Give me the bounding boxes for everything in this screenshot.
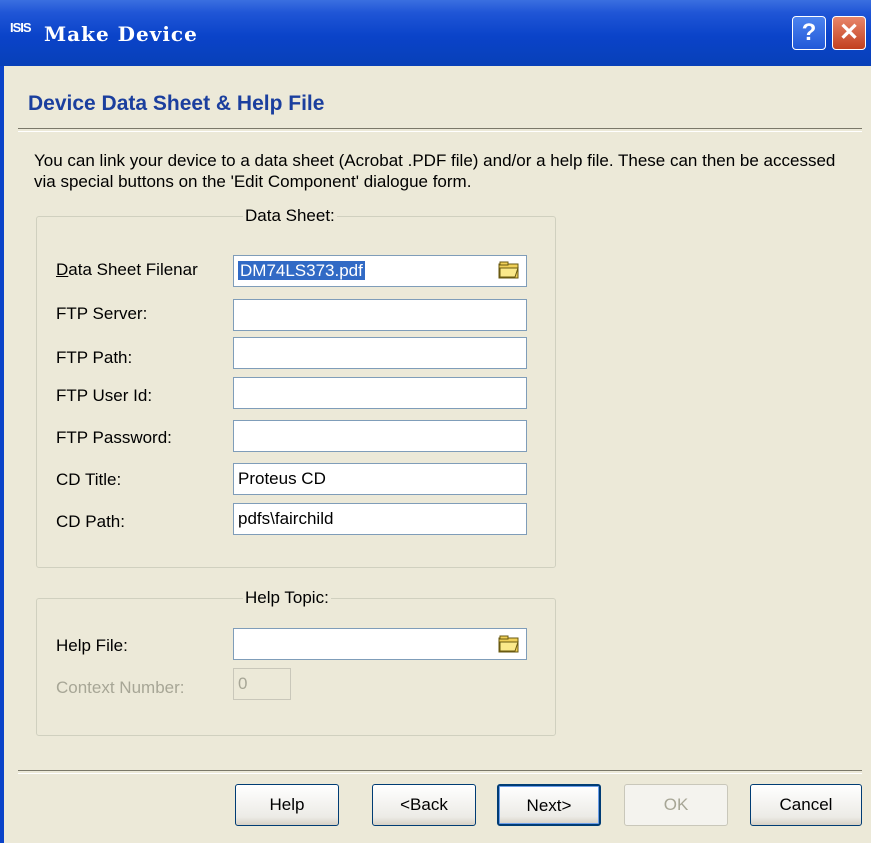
help-file-label: Help File:: [56, 636, 128, 655]
footer-divider: [18, 770, 862, 774]
cancel-button[interactable]: Cancel: [750, 784, 862, 826]
window-title: Make Device: [44, 22, 198, 46]
help-button[interactable]: Help: [235, 784, 339, 826]
data-sheet-filename-value: DM74LS373.pdf: [238, 261, 365, 280]
data-sheet-filename-input[interactable]: DM74LS373.pdf: [233, 255, 527, 287]
folder-open-icon[interactable]: [498, 634, 520, 654]
page-title: Device Data Sheet & Help File: [28, 92, 325, 115]
cd-path-input[interactable]: pdfs\fairchild: [233, 503, 527, 535]
title-help-button[interactable]: ?: [792, 16, 826, 50]
context-number-label: Context Number:: [56, 678, 185, 697]
ftp-password-input[interactable]: [233, 420, 527, 452]
help-file-input[interactable]: [233, 628, 527, 660]
ftp-server-input[interactable]: [233, 299, 527, 331]
page-description: You can link your device to a data sheet…: [34, 151, 836, 191]
ftp-server-label: FTP Server:: [56, 304, 148, 323]
header-divider: [18, 128, 862, 132]
window-frame-left: [0, 66, 4, 843]
cd-title-input[interactable]: Proteus CD: [233, 463, 527, 495]
ftp-user-id-input[interactable]: [233, 377, 527, 409]
help-topic-group: [36, 598, 556, 736]
help-topic-group-title: Help Topic:: [243, 588, 331, 608]
close-button[interactable]: ✕: [832, 16, 866, 50]
ok-button: OK: [624, 784, 728, 826]
title-bar: ISIS Make Device ? ✕: [0, 0, 871, 66]
context-number-input: 0: [233, 668, 291, 700]
next-button[interactable]: Next>: [497, 784, 601, 826]
data-sheet-group-title: Data Sheet:: [243, 206, 337, 226]
back-button[interactable]: <Back: [372, 784, 476, 826]
ftp-path-input[interactable]: [233, 337, 527, 369]
ftp-password-label: FTP Password:: [56, 428, 172, 447]
folder-open-icon[interactable]: [498, 260, 520, 280]
isis-app-icon: ISIS: [10, 20, 32, 35]
ftp-user-id-label: FTP User Id:: [56, 386, 153, 405]
ftp-path-label: FTP Path:: [56, 348, 133, 367]
data-sheet-filename-label: Data Sheet Filenar: [56, 260, 198, 279]
cd-path-label: CD Path:: [56, 512, 125, 531]
data-sheet-filename-label-rest: ata Sheet Filenar: [68, 260, 198, 279]
cd-title-label: CD Title:: [56, 470, 122, 489]
